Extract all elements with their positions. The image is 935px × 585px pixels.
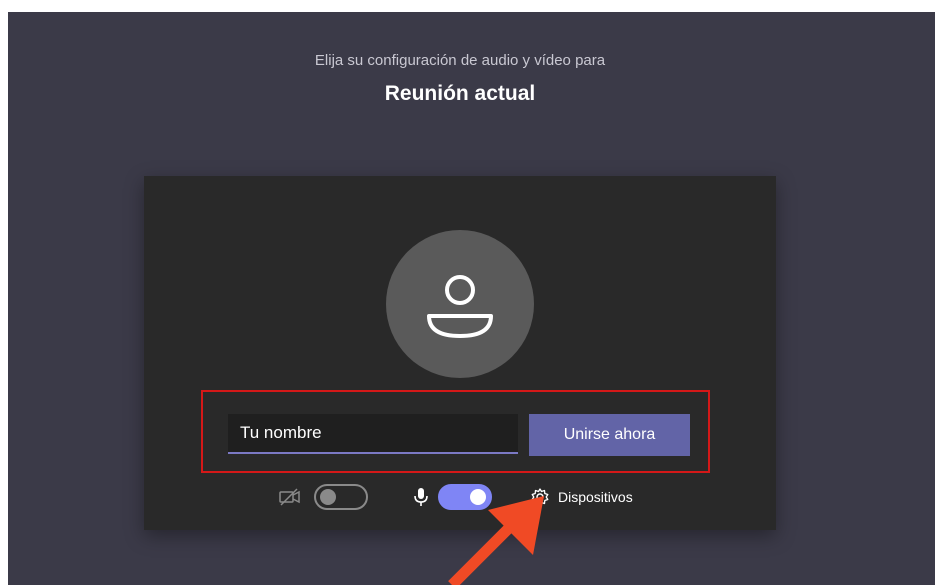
name-input[interactable] xyxy=(228,414,518,454)
gear-icon[interactable] xyxy=(530,487,550,512)
preview-card: Unirse ahora xyxy=(144,176,776,530)
camera-off-icon xyxy=(278,488,302,511)
microphone-toggle[interactable] xyxy=(438,484,492,510)
device-controls: Dispositivos xyxy=(144,484,776,514)
avatar xyxy=(386,230,534,378)
join-now-button[interactable]: Unirse ahora xyxy=(529,414,690,456)
camera-toggle[interactable] xyxy=(314,484,368,510)
microphone-toggle-knob xyxy=(470,489,486,505)
meeting-title: Reunión actual xyxy=(384,82,536,105)
pre-join-screen: Elija su configuración de audio y vídeo … xyxy=(8,12,935,585)
camera-toggle-knob xyxy=(320,489,336,505)
avatar-person-icon xyxy=(427,275,493,338)
microphone-icon xyxy=(412,486,430,513)
devices-button-label[interactable]: Dispositivos xyxy=(558,489,633,505)
settings-subtitle: Elija su configuración de audio y vídeo … xyxy=(314,52,606,69)
